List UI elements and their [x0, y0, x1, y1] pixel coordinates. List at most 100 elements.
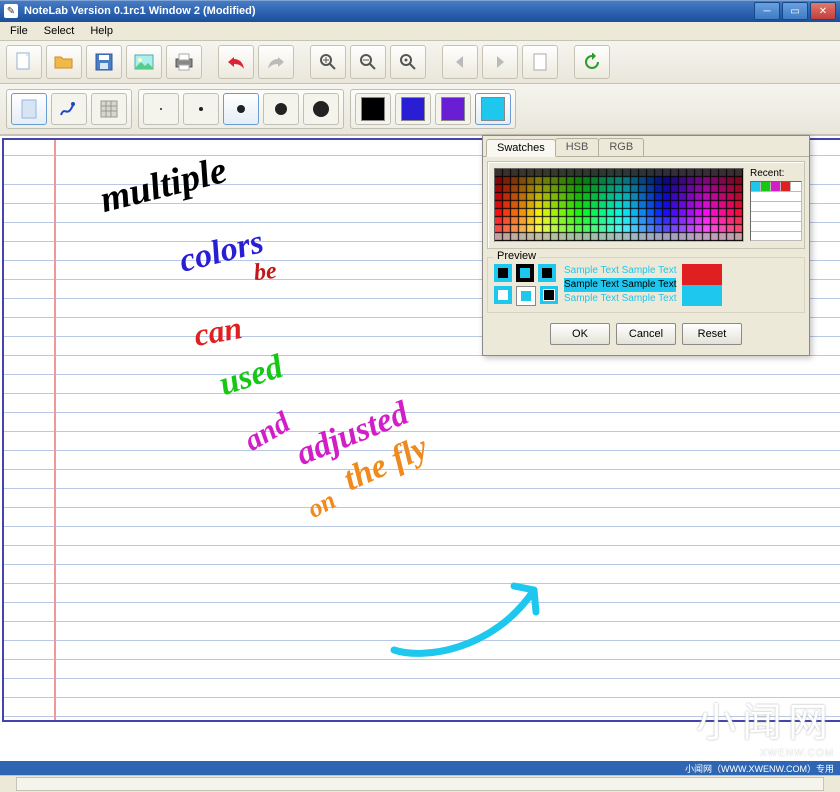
color-swatch-icon: [481, 97, 505, 121]
dot-icon: [160, 108, 162, 110]
next-page-button[interactable]: [482, 45, 518, 79]
next-page-icon: [492, 54, 508, 70]
ok-button[interactable]: OK: [550, 323, 610, 345]
chooser-tabs: Swatches HSB RGB: [483, 136, 809, 157]
tab-swatches[interactable]: Swatches: [486, 139, 556, 157]
zoom-out-button[interactable]: [350, 45, 386, 79]
stroke-tool-icon: [58, 98, 80, 120]
color-swatch-4[interactable]: [475, 93, 511, 125]
main-toolbar: [0, 41, 840, 84]
preview-sw: [540, 286, 558, 304]
preview-swatches: [494, 264, 558, 306]
print-button[interactable]: [166, 45, 202, 79]
dot-icon: [313, 101, 329, 117]
preview-sw: [494, 286, 512, 304]
open-button[interactable]: [46, 45, 82, 79]
preview-sw: [516, 264, 534, 282]
prev-page-icon: [452, 54, 468, 70]
preview-sw: [494, 264, 512, 282]
watermark-big: 小闻网: [564, 690, 834, 748]
zoom-in-button[interactable]: [310, 45, 346, 79]
app-icon: ✎: [4, 4, 18, 18]
save-icon: [95, 53, 113, 71]
recent-grid[interactable]: [750, 181, 802, 241]
cancel-button[interactable]: Cancel: [616, 323, 676, 345]
color-swatch-icon: [401, 97, 425, 121]
open-folder-icon: [54, 54, 74, 70]
tool-options-bar: [0, 84, 840, 135]
footer-text: 小闻网（WWW.XWENW.COM）专用: [685, 762, 834, 775]
preview-group: Preview: [487, 257, 805, 313]
undo-icon: [226, 54, 246, 70]
close-button[interactable]: ✕: [810, 2, 836, 20]
image-icon: [134, 54, 154, 70]
tool-group: [6, 89, 132, 129]
color-swatch-icon: [441, 97, 465, 121]
size-1[interactable]: [143, 93, 179, 125]
menu-help[interactable]: Help: [84, 24, 119, 38]
tab-rgb[interactable]: RGB: [598, 138, 644, 156]
color-swatch-2[interactable]: [395, 93, 431, 125]
refresh-icon: [583, 53, 601, 71]
new-page-icon: [532, 53, 548, 71]
refresh-button[interactable]: [574, 45, 610, 79]
zoom-100-icon: [399, 53, 417, 71]
preview-color-block: [682, 264, 722, 306]
select-page-tool[interactable]: [11, 93, 47, 125]
new-doc-icon: [15, 52, 33, 72]
color-swatch-icon: [361, 97, 385, 121]
size-2[interactable]: [183, 93, 219, 125]
color-swatch-1[interactable]: [355, 93, 391, 125]
maximize-button[interactable]: ▭: [782, 2, 808, 20]
menu-file[interactable]: File: [4, 24, 34, 38]
window-buttons: ─ ▭ ✕: [754, 2, 836, 20]
new-page-button[interactable]: [522, 45, 558, 79]
tab-hsb[interactable]: HSB: [555, 138, 600, 156]
color-swatch-3[interactable]: [435, 93, 471, 125]
stroke-tool[interactable]: [51, 93, 87, 125]
print-icon: [174, 53, 194, 71]
undo-button[interactable]: [218, 45, 254, 79]
new-doc-button[interactable]: [6, 45, 42, 79]
dot-icon: [199, 107, 203, 111]
preview-sw: [538, 264, 556, 282]
redo-icon: [266, 54, 286, 70]
prev-page-button[interactable]: [442, 45, 478, 79]
menu-bar: File Select Help: [0, 22, 840, 41]
main-area: multiplecolorsbecanusedandadjustedonthe …: [0, 135, 840, 775]
watermark: 小闻网 XWENW.COM: [564, 690, 834, 759]
dot-icon: [237, 105, 245, 113]
recent-label: Recent:: [750, 168, 784, 179]
size-group: [138, 89, 344, 129]
preview-text: Sample Text Sample Text Sample Text Samp…: [564, 264, 676, 306]
swatches-panel: Recent:: [487, 161, 805, 249]
page-tool-icon: [19, 98, 39, 120]
size-5[interactable]: [303, 93, 339, 125]
grid-tool-icon: [99, 99, 119, 119]
redo-button[interactable]: [258, 45, 294, 79]
color-chooser: Swatches HSB RGB Recent: Preview: [482, 135, 810, 356]
status-footer: 小闻网（WWW.XWENW.COM）专用: [0, 761, 840, 775]
preview-sw: [516, 286, 536, 306]
dot-icon: [275, 103, 287, 115]
zoom-in-icon: [319, 53, 337, 71]
recent-box: Recent:: [750, 168, 802, 242]
reset-button[interactable]: Reset: [682, 323, 742, 345]
zoom-100-button[interactable]: [390, 45, 426, 79]
dialog-buttons: OK Cancel Reset: [483, 317, 809, 355]
size-3[interactable]: [223, 93, 259, 125]
preview-label: Preview: [494, 250, 539, 262]
title-bar: ✎ NoteLab Version 0.1rc1 Window 2 (Modif…: [0, 0, 840, 22]
watermark-sub: XWENW.COM: [564, 748, 834, 759]
swatch-grid[interactable]: [494, 168, 744, 242]
window-title: NoteLab Version 0.1rc1 Window 2 (Modifie…: [24, 5, 754, 17]
save-button[interactable]: [86, 45, 122, 79]
size-4[interactable]: [263, 93, 299, 125]
horizontal-scrollbar[interactable]: [0, 775, 840, 792]
minimize-button[interactable]: ─: [754, 2, 780, 20]
insert-image-button[interactable]: [126, 45, 162, 79]
zoom-out-icon: [359, 53, 377, 71]
color-group: [350, 89, 516, 129]
menu-select[interactable]: Select: [38, 24, 81, 38]
grid-tool[interactable]: [91, 93, 127, 125]
